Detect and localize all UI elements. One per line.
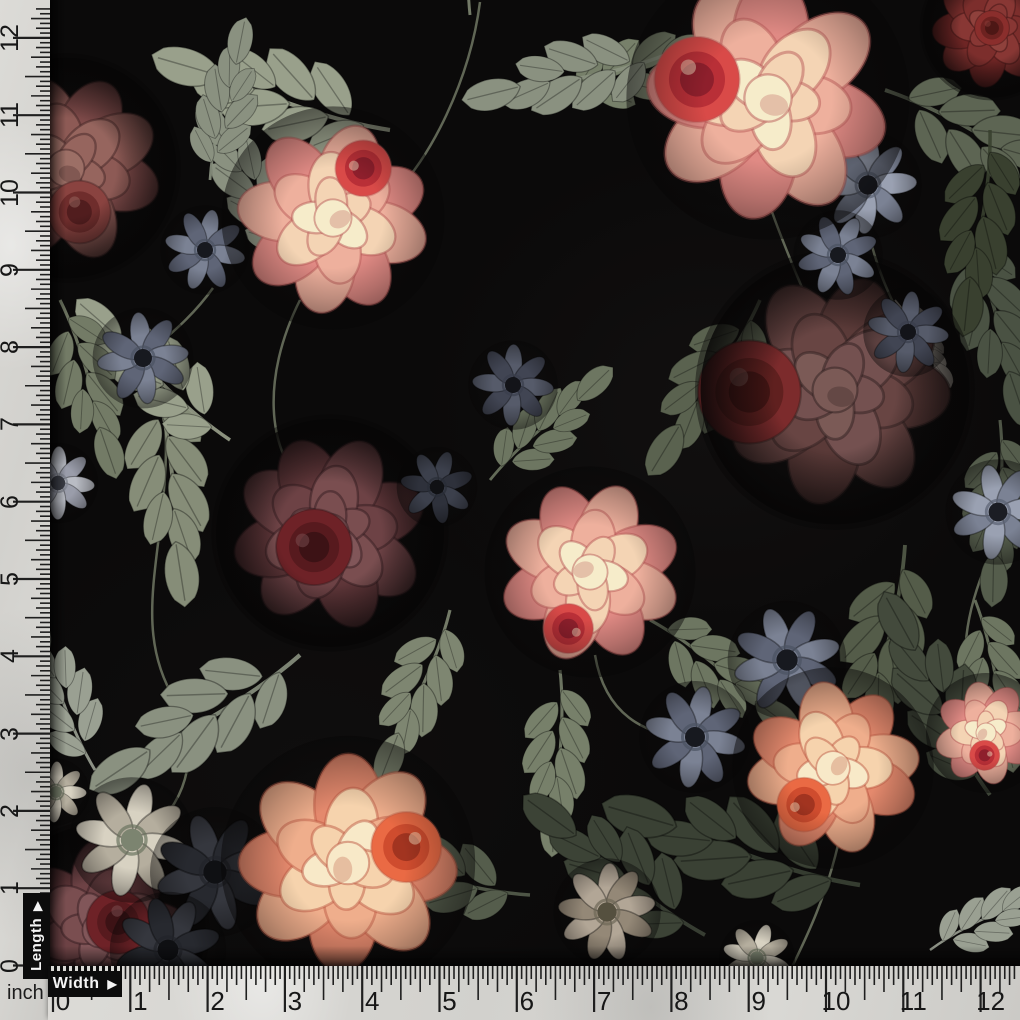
ruler-number: 9 <box>751 986 765 1017</box>
length-badge-label: Length <box>28 918 45 971</box>
length-badge: Length ▶ <box>23 893 50 979</box>
ruler-number: 8 <box>0 333 24 361</box>
ruler-number: 7 <box>597 986 611 1017</box>
ruler-number: 9 <box>0 256 24 284</box>
leaf-sprig <box>915 857 1020 977</box>
ruler-number: 6 <box>0 488 24 516</box>
ruler-number: 4 <box>365 986 379 1017</box>
ruler-number: 2 <box>0 797 24 825</box>
dark-rose-flower <box>185 388 476 679</box>
unit-label: inch <box>7 982 44 1005</box>
ruler-number: 10 <box>0 179 24 207</box>
fabric-swatch <box>0 0 1020 1020</box>
ruler-number: 5 <box>0 565 24 593</box>
ruler-number: 12 <box>0 24 24 52</box>
rose-flower <box>221 736 475 990</box>
ruler-number: 11 <box>0 101 24 129</box>
vertical-length-ruler: 0123456789101112 Length ▶ <box>0 0 50 1020</box>
floral-print-artwork <box>0 0 1020 1020</box>
ruler-number: 3 <box>0 720 24 748</box>
ruler-number: 8 <box>674 986 688 1017</box>
arrow-up-icon: ▶ <box>31 901 43 911</box>
ruler-number: 0 <box>0 952 24 980</box>
ruler-number: 1 <box>0 874 24 902</box>
fabric-product-image: 0123456789101112 Length ▶ 01234567891011… <box>0 0 1020 1020</box>
daisy-flower <box>553 858 661 966</box>
ruler-number: 3 <box>288 986 302 1017</box>
ruler-number: 6 <box>520 986 534 1017</box>
ruler-number: 5 <box>442 986 456 1017</box>
width-badge: Width ▶ <box>48 966 122 997</box>
ruler-number: 12 <box>976 986 1005 1017</box>
leaf-sprig <box>428 0 521 18</box>
ruler-number: 1 <box>133 986 147 1017</box>
ruler-number: 7 <box>0 410 24 438</box>
width-badge-label: Width <box>53 975 100 993</box>
ruler-number: 2 <box>210 986 224 1017</box>
horizontal-width-ruler: 0123456789101112 Width ▶ <box>48 966 1020 1020</box>
ruler-number: 4 <box>0 642 24 670</box>
ruler-number: 11 <box>900 986 927 1017</box>
arrow-right-icon: ▶ <box>108 978 118 990</box>
ruler-number: 10 <box>822 986 851 1017</box>
